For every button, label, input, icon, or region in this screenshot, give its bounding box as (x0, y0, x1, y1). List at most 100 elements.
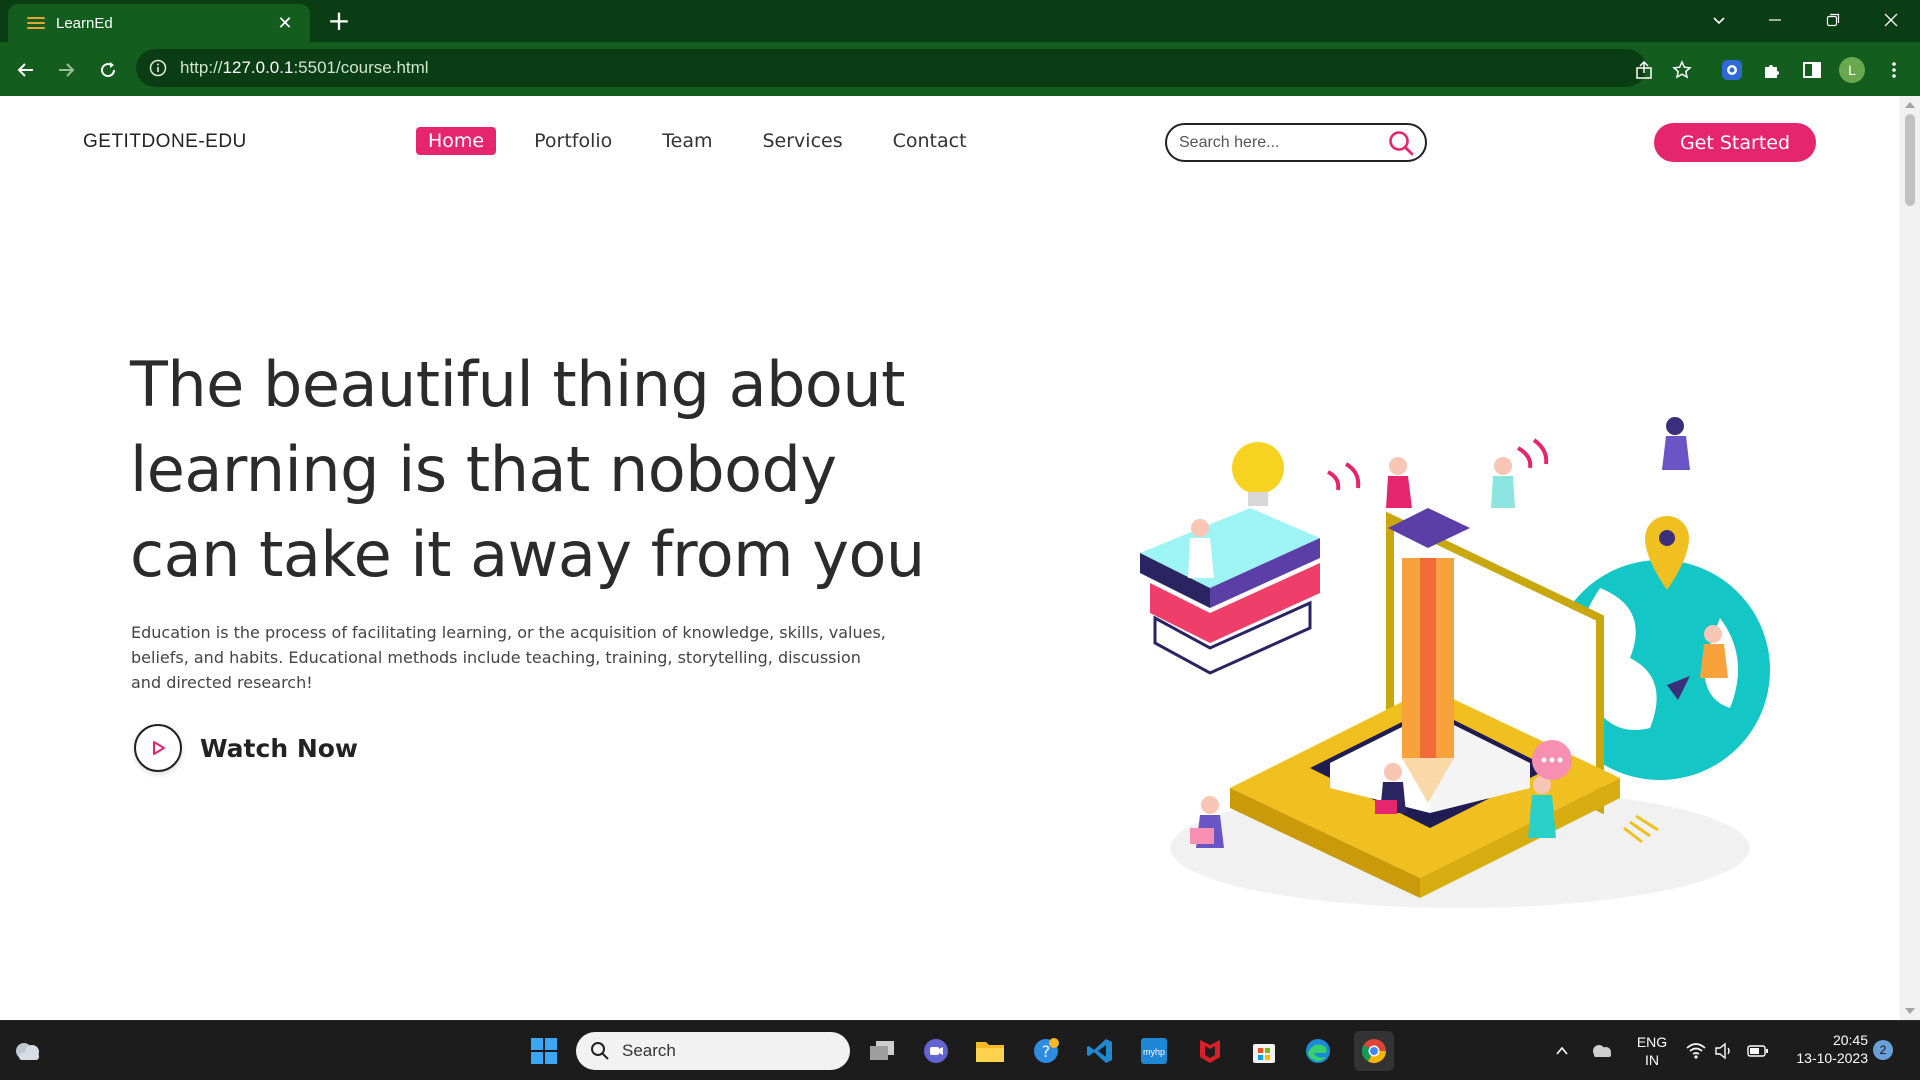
chevron-down-icon (1713, 17, 1725, 25)
weather-widget[interactable] (8, 1031, 48, 1071)
nav-item-services[interactable]: Services (751, 127, 855, 155)
svg-text:myhp: myhp (1143, 1047, 1165, 1057)
get-help-button[interactable]: ? (1026, 1031, 1066, 1071)
address-bar[interactable]: http://127.0.0.1:5501/course.html (136, 49, 1646, 87)
search-input[interactable] (1179, 133, 1379, 152)
share-icon (1636, 60, 1652, 79)
close-icon (1884, 13, 1898, 27)
input-language[interactable]: ENG IN (1628, 1033, 1676, 1069)
restore-icon (1826, 13, 1840, 27)
watch-now-button[interactable]: Watch Now (134, 724, 358, 772)
scroll-thumb[interactable] (1905, 114, 1915, 206)
battery-icon (1747, 1045, 1768, 1057)
lightbulb-icon (1232, 442, 1284, 494)
cloud-sync-icon (1593, 1045, 1611, 1057)
reload-icon (101, 62, 116, 78)
nav-item-portfolio[interactable]: Portfolio (522, 127, 624, 155)
more-vertical-icon (1892, 62, 1896, 78)
clock-time: 20:45 (1832, 1032, 1868, 1048)
extension-grammarly-button[interactable] (1716, 54, 1748, 86)
side-panel-icon (1803, 62, 1821, 78)
arrow-right-icon (59, 63, 75, 77)
page-scrollbar[interactable] (1900, 96, 1920, 1020)
search-icon (591, 1042, 609, 1060)
url-text: http://127.0.0.1:5501/course.html (180, 58, 429, 77)
chrome-icon (1361, 1039, 1386, 1064)
vscode-button[interactable] (1080, 1031, 1120, 1071)
notification-badge[interactable]: 2 (1873, 1040, 1893, 1060)
share-button[interactable] (1628, 54, 1660, 86)
reload-button[interactable] (92, 54, 124, 86)
help-icon: ? (1034, 1038, 1059, 1063)
restore-button[interactable] (1804, 0, 1862, 40)
close-window-button[interactable] (1862, 0, 1920, 40)
extensions-button[interactable] (1756, 54, 1788, 86)
show-hidden-icons-button[interactable] (1542, 1031, 1582, 1071)
extension-badge-icon (1722, 60, 1742, 80)
teams-icon (924, 1039, 948, 1063)
chevron-up-icon (1556, 1046, 1568, 1055)
chrome-button[interactable] (1354, 1031, 1394, 1071)
edge-icon (1306, 1039, 1330, 1063)
forward-button[interactable] (50, 54, 82, 86)
new-tab-button[interactable]: + (324, 6, 354, 36)
site-search (1165, 123, 1427, 162)
folder-icon (976, 1042, 1004, 1062)
star-icon (1672, 60, 1692, 79)
search-icon[interactable] (1387, 129, 1415, 157)
store-icon (1253, 1044, 1275, 1063)
vscode-icon (1087, 1039, 1112, 1063)
hero-description: Education is the process of facilitating… (131, 623, 886, 692)
clock-date: 13-10-2023 (1796, 1050, 1868, 1066)
svg-text:?: ? (1042, 1042, 1051, 1061)
arrow-left-icon (17, 63, 33, 77)
start-button[interactable] (524, 1031, 564, 1071)
nav-item-home[interactable]: Home (416, 127, 497, 155)
microsoft-store-button[interactable] (1244, 1031, 1284, 1071)
play-icon[interactable] (134, 724, 182, 772)
minimize-icon (1769, 19, 1781, 21)
file-explorer-button[interactable] (970, 1031, 1010, 1071)
minimize-button[interactable] (1746, 0, 1804, 40)
mcafee-button[interactable] (1190, 1031, 1230, 1071)
scroll-down-icon[interactable] (1905, 1008, 1915, 1014)
taskbar-search[interactable]: Search (576, 1032, 850, 1070)
bookmark-button[interactable] (1666, 54, 1698, 86)
myhp-button[interactable]: myhp (1134, 1031, 1174, 1071)
profile-button[interactable]: L (1836, 54, 1868, 86)
task-view-button[interactable] (862, 1031, 902, 1071)
nav-item-contact[interactable]: Contact (881, 127, 979, 155)
back-button[interactable] (10, 54, 42, 86)
site-info-icon[interactable] (148, 58, 168, 78)
hero-headline: The beautiful thing about learning is th… (130, 348, 925, 591)
cloud-icon (16, 1043, 39, 1060)
mcafee-icon (1200, 1040, 1220, 1063)
taskbar: Search ? myhp ENG IN 20:45 13-10-2023 (0, 1020, 1920, 1080)
onedrive-button[interactable] (1582, 1031, 1622, 1071)
site-brand[interactable]: GETITDONE-EDU (83, 131, 247, 153)
tab-search-button[interactable] (1690, 0, 1748, 40)
tab-close-icon[interactable]: ✕ (274, 13, 296, 34)
get-started-button[interactable]: Get Started (1654, 123, 1816, 162)
myhp-icon: myhp (1141, 1038, 1167, 1064)
start-icon (531, 1038, 557, 1064)
browser-tab-active[interactable]: LearnEd ✕ (8, 4, 310, 42)
web-page: GETITDONE-EDU Home Portfolio Team Servic… (0, 96, 1900, 1020)
scroll-up-icon[interactable] (1905, 102, 1915, 108)
task-view-icon (870, 1041, 894, 1060)
taskbar-search-label: Search (622, 1041, 676, 1060)
clock[interactable]: 20:45 13-10-2023 (1772, 1031, 1868, 1067)
teams-chat-button[interactable] (916, 1031, 956, 1071)
browser-toolbar: http://127.0.0.1:5501/course.html L (0, 42, 1920, 96)
watch-now-label: Watch Now (200, 733, 359, 763)
avatar: L (1839, 57, 1865, 83)
side-panel-button[interactable] (1796, 54, 1828, 86)
browser-tab-strip: LearnEd ✕ + (0, 0, 1920, 42)
education-illustration (1140, 417, 1770, 908)
menu-favicon-icon (26, 13, 46, 33)
puzzle-icon (1765, 65, 1779, 78)
edge-button[interactable] (1298, 1031, 1338, 1071)
nav-item-team[interactable]: Team (650, 127, 724, 155)
speaker-icon (1715, 1042, 1730, 1060)
chrome-menu-button[interactable] (1878, 54, 1910, 86)
